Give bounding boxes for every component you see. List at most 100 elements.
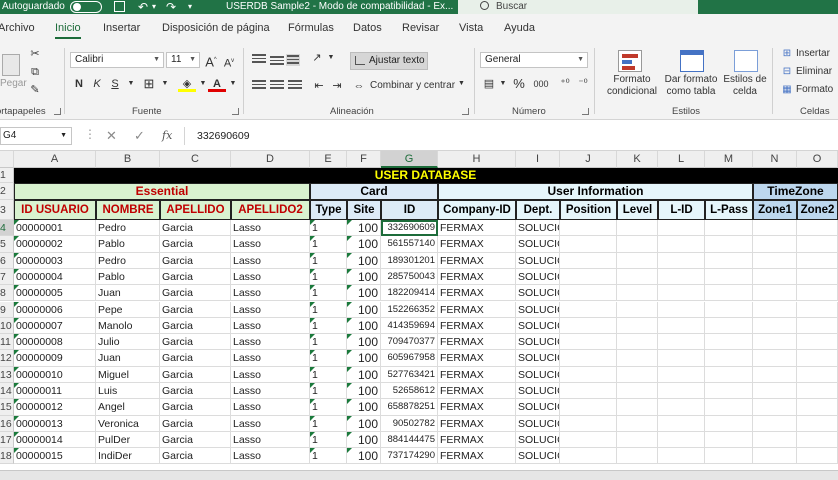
- tab-archivo[interactable]: Archivo: [0, 22, 35, 34]
- decrease-indent-icon[interactable]: ⇤: [310, 78, 328, 94]
- table-cell[interactable]: 100: [347, 301, 381, 318]
- table-cell[interactable]: [797, 366, 838, 383]
- table-cell[interactable]: 100: [347, 415, 381, 432]
- row-header[interactable]: 4: [0, 220, 14, 237]
- align-center-icon[interactable]: [270, 80, 284, 92]
- table-cell[interactable]: [797, 350, 838, 367]
- table-cell[interactable]: 00000006: [14, 301, 96, 318]
- increase-indent-icon[interactable]: ⇥: [328, 78, 346, 94]
- column-header-i[interactable]: I: [516, 151, 560, 168]
- table-cell[interactable]: [753, 415, 797, 432]
- table-cell[interactable]: Lasso: [231, 415, 310, 432]
- table-cell[interactable]: 1: [310, 431, 347, 449]
- table-cell[interactable]: [705, 268, 753, 286]
- tab-datos[interactable]: Datos: [353, 22, 382, 34]
- column-header-j[interactable]: J: [560, 151, 617, 168]
- table-cell[interactable]: [753, 431, 797, 449]
- table-cell[interactable]: Garcia: [160, 350, 231, 367]
- table-cell[interactable]: [560, 415, 617, 432]
- alignment-launcher-icon[interactable]: [462, 108, 469, 115]
- table-cell[interactable]: [797, 220, 838, 237]
- percent-button[interactable]: %: [510, 76, 528, 92]
- borders-dropdown-icon[interactable]: ▼: [156, 76, 174, 92]
- align-top-icon[interactable]: [252, 54, 266, 66]
- table-cell[interactable]: PulDer: [96, 431, 160, 449]
- decrease-decimal-icon[interactable]: ⁻⁰: [574, 76, 592, 92]
- table-cell[interactable]: [617, 334, 658, 351]
- table-cell[interactable]: [705, 236, 753, 253]
- table-cell[interactable]: FERMAX: [438, 399, 516, 416]
- table-cell[interactable]: Lasso: [231, 252, 310, 269]
- table-cell[interactable]: [797, 301, 838, 318]
- row-header[interactable]: 2: [0, 183, 14, 200]
- increase-font-icon[interactable]: A^: [202, 52, 220, 69]
- table-cell[interactable]: Pedro: [96, 220, 160, 237]
- row-header[interactable]: 9: [0, 301, 14, 318]
- row-header[interactable]: 1: [0, 168, 14, 183]
- table-cell[interactable]: 52658612: [381, 383, 438, 400]
- table-cell[interactable]: 00000007: [14, 317, 96, 335]
- table-cell[interactable]: Garcia: [160, 431, 231, 449]
- align-bottom-icon[interactable]: [286, 54, 300, 66]
- table-cell[interactable]: Garcia: [160, 252, 231, 269]
- table-cell[interactable]: [753, 236, 797, 253]
- table-cell[interactable]: [705, 220, 753, 237]
- table-cell[interactable]: 100: [347, 317, 381, 335]
- table-cell[interactable]: [560, 334, 617, 351]
- table-cell[interactable]: [658, 383, 705, 400]
- table-cell[interactable]: [797, 236, 838, 253]
- table-cell[interactable]: SOLUCIONES: [516, 285, 560, 302]
- table-cell[interactable]: [617, 415, 658, 432]
- name-box[interactable]: G4 ▼: [0, 127, 72, 145]
- table-cell[interactable]: [560, 431, 617, 449]
- table-cell[interactable]: [658, 252, 705, 269]
- table-cell[interactable]: [797, 399, 838, 416]
- table-cell[interactable]: IndiDer: [96, 448, 160, 465]
- enter-icon[interactable]: ✓: [134, 128, 145, 144]
- table-cell[interactable]: [753, 448, 797, 465]
- align-right-icon[interactable]: [288, 80, 302, 92]
- row-header[interactable]: 5: [0, 236, 14, 253]
- table-cell[interactable]: [658, 399, 705, 416]
- table-cell[interactable]: 00000001: [14, 220, 96, 237]
- table-cell[interactable]: 100: [347, 350, 381, 367]
- table-cell[interactable]: Pepe: [96, 301, 160, 318]
- table-cell[interactable]: FERMAX: [438, 220, 516, 237]
- table-cell[interactable]: 100: [347, 220, 381, 237]
- table-cell[interactable]: SOLUCIONES: [516, 350, 560, 367]
- table-cell[interactable]: 1: [310, 268, 347, 286]
- table-cell[interactable]: [560, 285, 617, 302]
- table-cell[interactable]: FERMAX: [438, 350, 516, 367]
- table-cell[interactable]: [753, 366, 797, 383]
- table-cell[interactable]: [705, 431, 753, 449]
- table-cell[interactable]: 100: [347, 252, 381, 269]
- table-cell[interactable]: SOLUCIONES: [516, 220, 560, 237]
- table-cell[interactable]: 1: [310, 220, 347, 237]
- table-cell[interactable]: [617, 431, 658, 449]
- table-cell[interactable]: Lasso: [231, 350, 310, 367]
- decrease-font-icon[interactable]: Av: [220, 53, 238, 70]
- table-cell[interactable]: [753, 317, 797, 335]
- table-cell[interactable]: [658, 415, 705, 432]
- table-cell[interactable]: Pedro: [96, 252, 160, 269]
- table-cell[interactable]: Lasso: [231, 220, 310, 237]
- table-cell[interactable]: 737174290: [381, 448, 438, 465]
- table-cell[interactable]: [560, 252, 617, 269]
- table-cell[interactable]: 1: [310, 448, 347, 465]
- table-cell[interactable]: [658, 350, 705, 367]
- table-cell[interactable]: [753, 334, 797, 351]
- table-cell[interactable]: SOLUCIONES: [516, 236, 560, 253]
- table-cell[interactable]: [617, 220, 658, 237]
- table-cell[interactable]: [753, 350, 797, 367]
- cancel-icon[interactable]: ✕: [106, 128, 117, 144]
- table-cell[interactable]: 1: [310, 383, 347, 400]
- table-cell[interactable]: [658, 301, 705, 318]
- table-cell[interactable]: Garcia: [160, 448, 231, 465]
- column-header-f[interactable]: F: [347, 151, 381, 168]
- table-cell[interactable]: [753, 383, 797, 400]
- row-header[interactable]: 14: [0, 383, 14, 400]
- table-cell[interactable]: SOLUCIONES: [516, 301, 560, 318]
- table-cell[interactable]: FERMAX: [438, 431, 516, 449]
- table-cell[interactable]: 00000010: [14, 366, 96, 383]
- table-cell[interactable]: 90502782: [381, 415, 438, 432]
